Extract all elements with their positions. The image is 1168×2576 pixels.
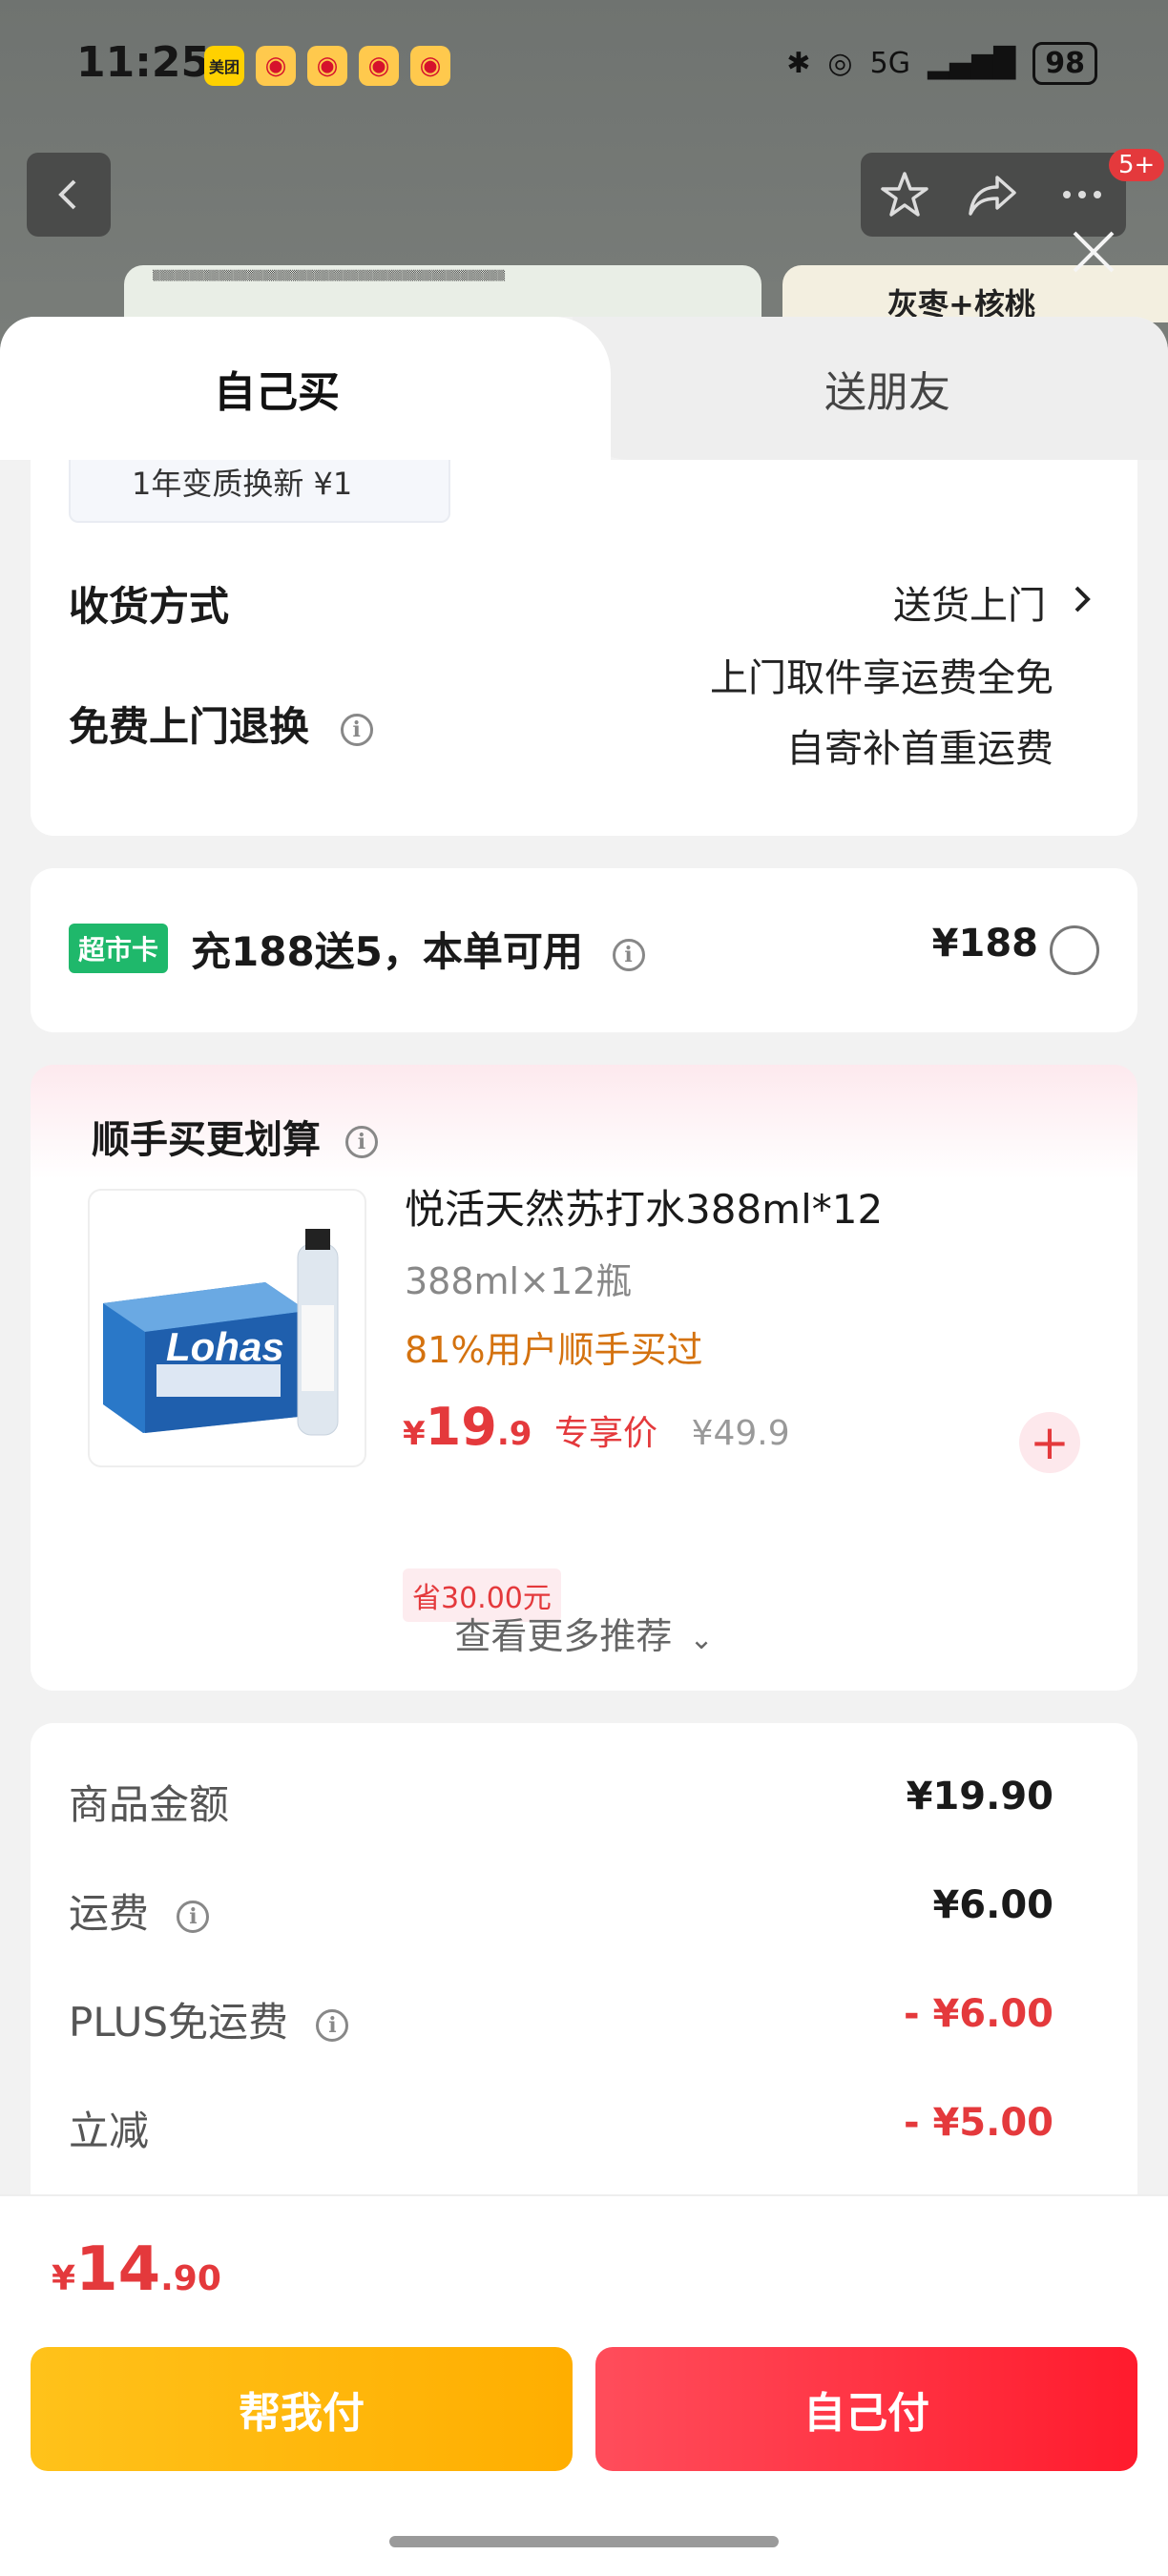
order-total: ¥14.90 bbox=[52, 2234, 221, 2305]
info-icon[interactable]: i bbox=[177, 1900, 210, 1933]
home-indicator[interactable] bbox=[389, 2536, 779, 2547]
summary-value: ¥6.00 bbox=[932, 1883, 1053, 1927]
promo-text: 充188送5，本单可用 bbox=[191, 928, 583, 975]
delivery-card: 1年变质换新 ¥1 收货方式 送货上门 免费上门退换 i 上门取件享运费全免 自… bbox=[31, 460, 1137, 836]
summary-value: - ¥5.00 bbox=[903, 2101, 1053, 2145]
return-self-ship-text: 自寄补首重运费 bbox=[786, 727, 1053, 771]
addon-recommendation-card: 顺手买更划算 i Lohas 悦活天然苏打水388ml*12 388ml×12瓶… bbox=[31, 1065, 1137, 1691]
message-badge: 5+ bbox=[1109, 149, 1165, 181]
product-image[interactable]: Lohas bbox=[88, 1189, 366, 1467]
summary-value: ¥19.90 bbox=[906, 1775, 1053, 1818]
back-button[interactable] bbox=[27, 153, 111, 237]
weibo-notification-icon: ◉ bbox=[359, 46, 399, 86]
pay-myself-button[interactable]: 自己付 bbox=[595, 2347, 1137, 2471]
shipping-method-value[interactable]: 送货上门 bbox=[893, 574, 1046, 630]
signal-bars-icon: ▂▄▆█ bbox=[927, 47, 1016, 80]
meituan-notification-icon: 美团 bbox=[204, 46, 244, 86]
shipping-method-label: 收货方式 bbox=[69, 583, 230, 630]
bluetooth-icon: ✱ bbox=[786, 47, 811, 80]
addon-title-row: 顺手买更划算 i bbox=[92, 1109, 378, 1164]
summary-label: 立减 bbox=[69, 2108, 150, 2154]
addon-title: 顺手买更划算 bbox=[92, 1118, 321, 1162]
promo-radio[interactable] bbox=[1050, 925, 1099, 975]
summary-label-row: PLUS免运费 i bbox=[69, 1990, 349, 2048]
product-name[interactable]: 悦活天然苏打水388ml*12 bbox=[405, 1177, 883, 1236]
previous-service-item[interactable]: 1年变质换新 ¥1 bbox=[69, 460, 450, 523]
star-icon[interactable] bbox=[876, 166, 933, 223]
signal-icon: 5G bbox=[869, 47, 910, 80]
add-to-order-button[interactable]: + bbox=[1019, 1412, 1080, 1473]
info-icon[interactable]: i bbox=[340, 713, 373, 746]
more-recommendations-link[interactable]: 查看更多推荐 ⌄ bbox=[31, 1607, 1137, 1659]
share-icon[interactable] bbox=[965, 166, 1022, 223]
battery-icon: 98 bbox=[1032, 42, 1097, 85]
promo-price: ¥188 bbox=[931, 922, 1038, 966]
summary-value: - ¥6.00 bbox=[903, 1992, 1053, 2036]
summary-label: PLUS免运费 bbox=[69, 1999, 289, 2046]
weibo-notification-icon: ◉ bbox=[307, 46, 347, 86]
chevron-down-icon: ⌄ bbox=[689, 1623, 714, 1656]
original-price: ¥49.9 bbox=[691, 1414, 790, 1453]
return-pickup-text: 上门取件享运费全免 bbox=[710, 656, 1053, 700]
chevron-left-icon bbox=[58, 179, 76, 210]
product-spec: 388ml×12瓶 bbox=[405, 1260, 633, 1302]
product-price: ¥19.9 专享价 ¥49.9 bbox=[403, 1397, 790, 1457]
chevron-right-icon[interactable] bbox=[1071, 580, 1094, 618]
purchase-tabs: 送朋友 自己买 bbox=[0, 317, 1168, 460]
weibo-notification-icon: ◉ bbox=[256, 46, 296, 86]
tab-buy-self[interactable]: 自己买 bbox=[0, 317, 611, 460]
price-label: 专享价 bbox=[553, 1414, 657, 1453]
status-time: 11:25 bbox=[76, 38, 211, 87]
soda-water-image: Lohas bbox=[103, 1229, 339, 1436]
help-me-pay-button[interactable]: 帮我付 bbox=[31, 2347, 573, 2471]
more-recommendations-label: 查看更多推荐 bbox=[454, 1615, 673, 1657]
supermarket-card-chip: 超市卡 bbox=[69, 924, 169, 973]
product-popularity: 81%用户顺手买过 bbox=[405, 1329, 703, 1371]
weibo-notification-icon: ◉ bbox=[410, 46, 450, 86]
status-bar: 11:25 美团 ◉ ◉ ◉ ◉ ✱ ◎ 5G ▂▄▆█ 98 bbox=[0, 0, 1168, 134]
close-icon[interactable] bbox=[1067, 225, 1120, 279]
info-icon[interactable]: i bbox=[344, 1126, 378, 1158]
summary-label-row: 运费 i bbox=[69, 1881, 210, 1940]
summary-label: 商品金额 bbox=[69, 1781, 230, 1828]
promo-row: 充188送5，本单可用 i bbox=[191, 920, 645, 978]
tab-gift-friend[interactable]: 送朋友 bbox=[573, 317, 1168, 460]
free-return-row: 免费上门退换 i bbox=[69, 695, 373, 753]
brand-text: Lohas bbox=[166, 1324, 284, 1369]
info-icon[interactable]: i bbox=[612, 938, 645, 971]
nav-actions bbox=[861, 153, 1126, 237]
summary-label: 运费 bbox=[69, 1890, 150, 1937]
status-icons: ✱ ◎ 5G ▂▄▆█ 98 bbox=[786, 42, 1097, 85]
free-return-label: 免费上门退换 bbox=[69, 703, 310, 750]
supermarket-card-promo[interactable]: 超市卡 充188送5，本单可用 i ¥188 bbox=[31, 868, 1137, 1032]
checkout-footer: ¥14.90 帮我付 自己付 bbox=[0, 2194, 1168, 2576]
price-summary-card: 商品金额 ¥19.90 运费 i ¥6.00 PLUS免运费 i - ¥6.00… bbox=[31, 1723, 1137, 2257]
banner-image: ▒▒▒▒▒▒▒▒▒▒▒▒▒▒▒▒▒▒▒▒▒▒▒▒▒▒▒▒▒▒▒▒▒▒▒▒▒▒▒▒… bbox=[124, 265, 761, 322]
hotspot-icon: ◎ bbox=[827, 47, 853, 80]
more-icon[interactable] bbox=[1053, 166, 1111, 223]
info-icon[interactable]: i bbox=[316, 2008, 349, 2042]
